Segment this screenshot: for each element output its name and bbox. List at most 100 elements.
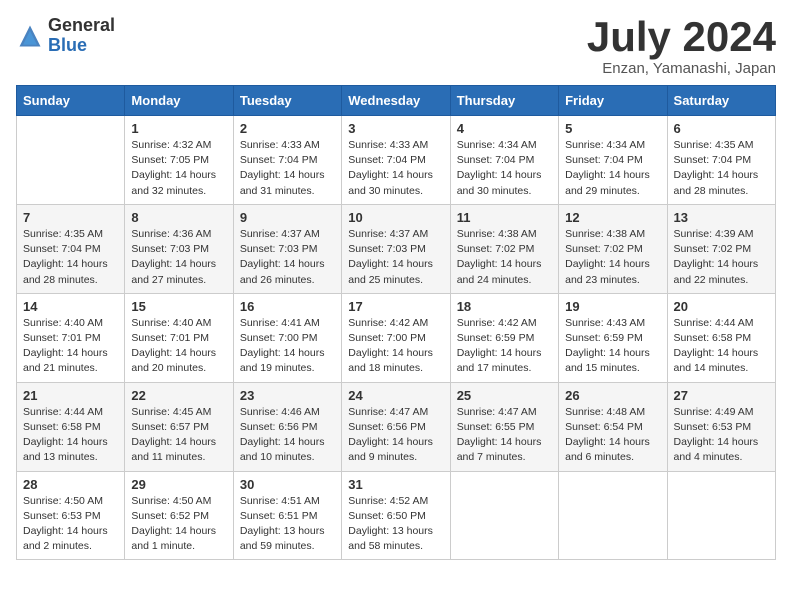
week-row-1: 1Sunrise: 4:32 AM Sunset: 7:05 PM Daylig… bbox=[17, 116, 776, 205]
day-number: 5 bbox=[565, 121, 660, 136]
day-number: 30 bbox=[240, 477, 335, 492]
day-cell: 29 Sunrise: 4:50 AM Sunset: 6:52 PM Dayli… bbox=[125, 471, 233, 560]
header-monday: Monday bbox=[125, 86, 233, 116]
day-cell: 7Sunrise: 4:35 AM Sunset: 7:04 PM Daylig… bbox=[17, 204, 125, 293]
day-info: Sunrise: 4:50 AM Sunset: 6:52 PM Dayligh… bbox=[131, 494, 226, 555]
logo-text: General Blue bbox=[48, 16, 115, 56]
day-info: Sunrise: 4:45 AM Sunset: 6:57 PM Dayligh… bbox=[131, 405, 226, 466]
day-number: 26 bbox=[565, 388, 660, 403]
day-cell: 11 Sunrise: 4:38 AM Sunset: 7:02 PM Dayli… bbox=[450, 204, 558, 293]
day-info: Sunrise: 4:41 AM Sunset: 7:00 PM Dayligh… bbox=[240, 316, 335, 377]
day-number: 14 bbox=[23, 299, 118, 314]
day-info: Sunrise: 4:36 AM Sunset: 7:03 PM Dayligh… bbox=[131, 227, 226, 288]
day-cell: 13 Sunrise: 4:39 AM Sunset: 7:02 PM Dayli… bbox=[667, 204, 775, 293]
day-number: 16 bbox=[240, 299, 335, 314]
calendar-header: SundayMondayTuesdayWednesdayThursdayFrid… bbox=[17, 86, 776, 116]
day-cell: 19 Sunrise: 4:43 AM Sunset: 6:59 PM Dayli… bbox=[559, 293, 667, 382]
header-tuesday: Tuesday bbox=[233, 86, 341, 116]
day-number: 10 bbox=[348, 210, 443, 225]
day-info: Sunrise: 4:50 AM Sunset: 6:53 PM Dayligh… bbox=[23, 494, 118, 555]
day-cell: 5 Sunrise: 4:34 AM Sunset: 7:04 PM Daylig… bbox=[559, 116, 667, 205]
day-cell: 30 Sunrise: 4:51 AM Sunset: 6:51 PM Dayli… bbox=[233, 471, 341, 560]
day-cell: 28Sunrise: 4:50 AM Sunset: 6:53 PM Dayli… bbox=[17, 471, 125, 560]
title-month-year: July 2024 bbox=[587, 16, 776, 58]
day-number: 2 bbox=[240, 121, 335, 136]
day-number: 13 bbox=[674, 210, 769, 225]
day-info: Sunrise: 4:43 AM Sunset: 6:59 PM Dayligh… bbox=[565, 316, 660, 377]
header-wednesday: Wednesday bbox=[342, 86, 450, 116]
title-block: July 2024 Enzan, Yamanashi, Japan bbox=[587, 16, 776, 77]
day-number: 12 bbox=[565, 210, 660, 225]
day-cell: 31Sunrise: 4:52 AM Sunset: 6:50 PM Dayli… bbox=[342, 471, 450, 560]
day-number: 9 bbox=[240, 210, 335, 225]
logo-blue: Blue bbox=[48, 36, 115, 56]
day-cell bbox=[667, 471, 775, 560]
day-cell: 21Sunrise: 4:44 AM Sunset: 6:58 PM Dayli… bbox=[17, 382, 125, 471]
day-info: Sunrise: 4:38 AM Sunset: 7:02 PM Dayligh… bbox=[565, 227, 660, 288]
calendar-table: SundayMondayTuesdayWednesdayThursdayFrid… bbox=[16, 85, 776, 560]
day-info: Sunrise: 4:33 AM Sunset: 7:04 PM Dayligh… bbox=[348, 138, 443, 199]
day-number: 17 bbox=[348, 299, 443, 314]
day-cell: 15Sunrise: 4:40 AM Sunset: 7:01 PM Dayli… bbox=[125, 293, 233, 382]
day-cell: 17 Sunrise: 4:42 AM Sunset: 7:00 PM Dayli… bbox=[342, 293, 450, 382]
header-thursday: Thursday bbox=[450, 86, 558, 116]
header-sunday: Sunday bbox=[17, 86, 125, 116]
week-row-2: 7Sunrise: 4:35 AM Sunset: 7:04 PM Daylig… bbox=[17, 204, 776, 293]
day-number: 20 bbox=[674, 299, 769, 314]
day-info: Sunrise: 4:44 AM Sunset: 6:58 PM Dayligh… bbox=[674, 316, 769, 377]
day-info: Sunrise: 4:37 AM Sunset: 7:03 PM Dayligh… bbox=[348, 227, 443, 288]
page-header: General Blue July 2024 Enzan, Yamanashi,… bbox=[16, 16, 776, 77]
day-number: 27 bbox=[674, 388, 769, 403]
calendar-body: 1Sunrise: 4:32 AM Sunset: 7:05 PM Daylig… bbox=[17, 116, 776, 560]
day-cell: 4Sunrise: 4:34 AM Sunset: 7:04 PM Daylig… bbox=[450, 116, 558, 205]
day-number: 29 bbox=[131, 477, 226, 492]
header-row: SundayMondayTuesdayWednesdayThursdayFrid… bbox=[17, 86, 776, 116]
day-cell: 22 Sunrise: 4:45 AM Sunset: 6:57 PM Dayli… bbox=[125, 382, 233, 471]
day-cell: 12 Sunrise: 4:38 AM Sunset: 7:02 PM Dayli… bbox=[559, 204, 667, 293]
day-number: 23 bbox=[240, 388, 335, 403]
day-info: Sunrise: 4:46 AM Sunset: 6:56 PM Dayligh… bbox=[240, 405, 335, 466]
day-info: Sunrise: 4:42 AM Sunset: 7:00 PM Dayligh… bbox=[348, 316, 443, 377]
day-info: Sunrise: 4:37 AM Sunset: 7:03 PM Dayligh… bbox=[240, 227, 335, 288]
logo-icon bbox=[16, 22, 44, 50]
day-info: Sunrise: 4:40 AM Sunset: 7:01 PM Dayligh… bbox=[131, 316, 226, 377]
day-cell: 18Sunrise: 4:42 AM Sunset: 6:59 PM Dayli… bbox=[450, 293, 558, 382]
day-cell bbox=[450, 471, 558, 560]
day-cell: 8Sunrise: 4:36 AM Sunset: 7:03 PM Daylig… bbox=[125, 204, 233, 293]
day-cell: 14 Sunrise: 4:40 AM Sunset: 7:01 PM Dayli… bbox=[17, 293, 125, 382]
day-number: 25 bbox=[457, 388, 552, 403]
day-cell: 1Sunrise: 4:32 AM Sunset: 7:05 PM Daylig… bbox=[125, 116, 233, 205]
day-cell: 20 Sunrise: 4:44 AM Sunset: 6:58 PM Dayli… bbox=[667, 293, 775, 382]
day-info: Sunrise: 4:35 AM Sunset: 7:04 PM Dayligh… bbox=[23, 227, 118, 288]
header-friday: Friday bbox=[559, 86, 667, 116]
title-location: Enzan, Yamanashi, Japan bbox=[587, 60, 776, 77]
day-cell: 16 Sunrise: 4:41 AM Sunset: 7:00 PM Dayli… bbox=[233, 293, 341, 382]
day-number: 22 bbox=[131, 388, 226, 403]
day-info: Sunrise: 4:34 AM Sunset: 7:04 PM Dayligh… bbox=[457, 138, 552, 199]
week-row-5: 28Sunrise: 4:50 AM Sunset: 6:53 PM Dayli… bbox=[17, 471, 776, 560]
day-number: 6 bbox=[674, 121, 769, 136]
day-info: Sunrise: 4:34 AM Sunset: 7:04 PM Dayligh… bbox=[565, 138, 660, 199]
day-info: Sunrise: 4:51 AM Sunset: 6:51 PM Dayligh… bbox=[240, 494, 335, 555]
day-info: Sunrise: 4:38 AM Sunset: 7:02 PM Dayligh… bbox=[457, 227, 552, 288]
day-cell: 9 Sunrise: 4:37 AM Sunset: 7:03 PM Daylig… bbox=[233, 204, 341, 293]
day-cell: 3 Sunrise: 4:33 AM Sunset: 7:04 PM Daylig… bbox=[342, 116, 450, 205]
day-number: 11 bbox=[457, 210, 552, 225]
day-number: 18 bbox=[457, 299, 552, 314]
day-info: Sunrise: 4:33 AM Sunset: 7:04 PM Dayligh… bbox=[240, 138, 335, 199]
day-number: 31 bbox=[348, 477, 443, 492]
week-row-4: 21Sunrise: 4:44 AM Sunset: 6:58 PM Dayli… bbox=[17, 382, 776, 471]
day-info: Sunrise: 4:44 AM Sunset: 6:58 PM Dayligh… bbox=[23, 405, 118, 466]
logo-general: General bbox=[48, 16, 115, 36]
day-cell: 27 Sunrise: 4:49 AM Sunset: 6:53 PM Dayli… bbox=[667, 382, 775, 471]
day-number: 3 bbox=[348, 121, 443, 136]
logo: General Blue bbox=[16, 16, 115, 56]
day-info: Sunrise: 4:39 AM Sunset: 7:02 PM Dayligh… bbox=[674, 227, 769, 288]
day-cell: 26Sunrise: 4:48 AM Sunset: 6:54 PM Dayli… bbox=[559, 382, 667, 471]
day-info: Sunrise: 4:40 AM Sunset: 7:01 PM Dayligh… bbox=[23, 316, 118, 377]
day-number: 19 bbox=[565, 299, 660, 314]
day-number: 24 bbox=[348, 388, 443, 403]
day-cell: 24Sunrise: 4:47 AM Sunset: 6:56 PM Dayli… bbox=[342, 382, 450, 471]
day-info: Sunrise: 4:49 AM Sunset: 6:53 PM Dayligh… bbox=[674, 405, 769, 466]
day-cell: 6Sunrise: 4:35 AM Sunset: 7:04 PM Daylig… bbox=[667, 116, 775, 205]
